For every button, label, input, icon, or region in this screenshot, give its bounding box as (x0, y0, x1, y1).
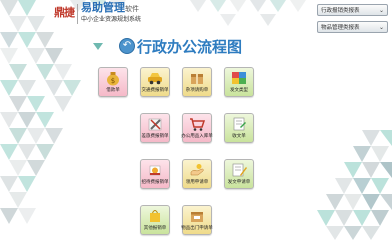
svg-text:$: $ (111, 77, 115, 85)
tile-label: 招待费报销单 (141, 180, 169, 185)
tile-dispatch-request[interactable]: 发文申请单 (224, 159, 254, 189)
quick-link-item-reports[interactable]: 物品管理类报表 ⌄ (317, 21, 388, 33)
triangle-down-icon (93, 43, 103, 50)
car-icon (148, 73, 162, 85)
chevron-down-icon: ⌄ (378, 7, 384, 14)
tile-incoming-document[interactable]: 收文单 (224, 113, 254, 143)
brand-subtitle: 中小企业资源规划系统 (81, 16, 142, 23)
puzzle-icon (232, 72, 246, 84)
brand-divider (77, 4, 78, 24)
back-arrow-icon[interactable]: ↶ (119, 38, 135, 54)
tile-dispatch-type[interactable]: 发文类型 (224, 67, 254, 97)
tile-loan-form[interactable]: $ 借款单 (98, 67, 128, 97)
tile-label: 交通费报销单 (141, 88, 169, 93)
tile-office-supplies-stock-in[interactable]: 办公用品入库单 (181, 113, 213, 143)
brand-title-row: 易助管理软件 (81, 2, 141, 15)
tile-label: 发文申请单 (227, 180, 251, 185)
tile-label: 发文类型 (230, 88, 248, 93)
quick-link-label: 行政报销类报表 (321, 8, 360, 14)
document-pen-icon (232, 163, 247, 177)
tile-travel-expense[interactable]: 差旅费报销单 (140, 113, 170, 143)
triangle-pattern-right (317, 130, 392, 240)
brand-text: 易助管理软件 中小企业资源规划系统 (81, 2, 141, 24)
brand-logo: 鼎捷 (54, 6, 75, 19)
tile-label: 借款单 (106, 88, 120, 93)
box-icon (191, 74, 203, 84)
tile-label: 收文单 (232, 134, 246, 139)
tools-icon (148, 118, 162, 131)
page-title: 行政办公流程图 (137, 38, 243, 56)
gift-bag-icon (150, 210, 160, 222)
brand-title: 易助管理 (81, 1, 125, 14)
tile-requisition-request[interactable]: 领用申请单 (182, 159, 212, 189)
quick-link-label: 物品管理类报表 (321, 25, 360, 31)
tile-label: 办公用品入库单 (181, 134, 213, 139)
tile-other-expense[interactable]: 其他报销单 (140, 205, 170, 235)
tile-label: 物品出门申请单 (181, 226, 213, 231)
tile-label: 领用申请单 (185, 180, 209, 185)
chevron-down-icon: ⌄ (378, 24, 384, 31)
tile-label: 杂项请购单 (185, 88, 209, 93)
package-icon (191, 212, 203, 222)
tile-label: 差旅费报销单 (141, 134, 169, 139)
tile-goods-exit-request[interactable]: 物品出门申请单 (181, 205, 213, 235)
tile-misc-purchase[interactable]: 杂项请购单 (182, 67, 212, 97)
tile-transport-expense[interactable]: 交通费报销单 (140, 67, 170, 97)
brand-header: 鼎捷 易助管理软件 中小企业资源规划系统 (54, 2, 141, 26)
cart-icon (190, 118, 206, 131)
money-bag-icon: $ (107, 72, 119, 86)
document-icon (233, 117, 246, 131)
food-icon (149, 165, 161, 176)
quick-link-expense-reports[interactable]: 行政报销类报表 ⌄ (317, 4, 388, 16)
tile-entertainment-expense[interactable]: 招待费报销单 (140, 159, 170, 189)
tile-label: 其他报销单 (143, 226, 167, 231)
hand-icon (190, 164, 204, 176)
brand-title-suffix: 软件 (125, 5, 139, 13)
